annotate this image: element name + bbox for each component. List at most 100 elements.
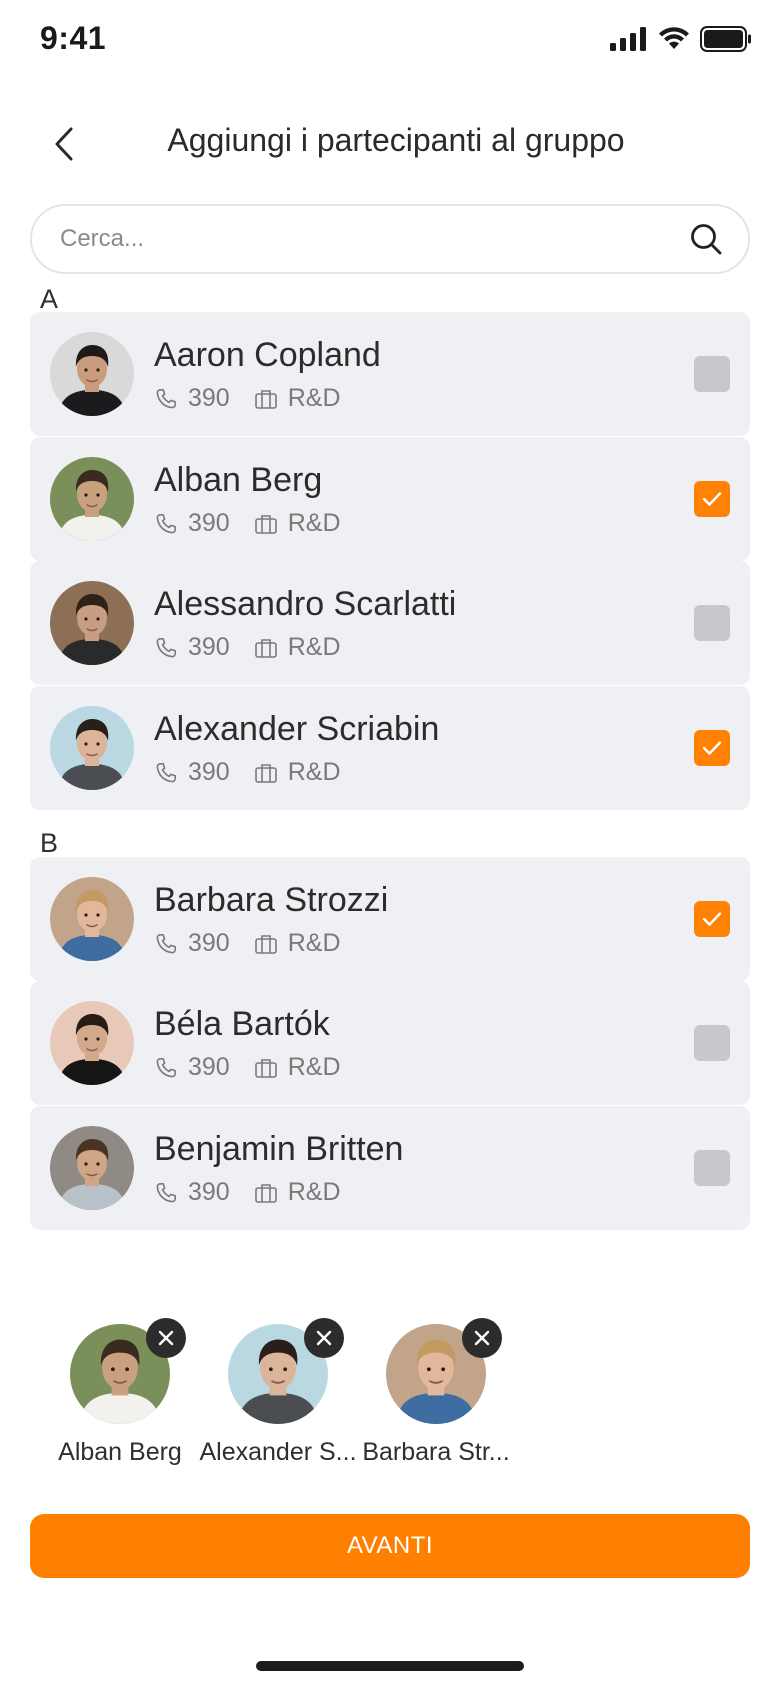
contact-row[interactable]: Béla Bartók 390 R&D (30, 981, 750, 1105)
department-meta: R&D (254, 1053, 341, 1082)
phone-icon (154, 1181, 178, 1205)
contact-meta: 390 R&D (154, 384, 365, 413)
contact-name: Alban Berg (154, 461, 323, 499)
avatar (50, 332, 134, 416)
section-letter: B (40, 828, 59, 858)
contact-name: Barbara Strozzi (154, 881, 389, 919)
select-checkbox[interactable] (694, 605, 730, 641)
phone-icon (154, 387, 178, 411)
phone-icon (154, 761, 178, 785)
contact-department: R&D (287, 758, 341, 786)
section-letter: A (40, 284, 59, 314)
status-time: 9:41 (40, 20, 107, 56)
page-title: Aggiungi i partecipanti al gruppo (167, 122, 625, 158)
contact-phone: 390 (188, 929, 230, 957)
department-meta: R&D (254, 1178, 341, 1207)
chip-label: Alban Berg (58, 1438, 182, 1466)
contact-phone: 390 (188, 758, 230, 786)
select-checkbox[interactable] (694, 356, 730, 392)
contact-meta: 390 R&D (154, 758, 365, 787)
select-checkbox[interactable] (694, 1025, 730, 1061)
phone-meta: 390 (154, 1053, 230, 1082)
next-button[interactable]: AVANTI (30, 1514, 750, 1578)
contact-name: Benjamin Britten (154, 1130, 404, 1168)
briefcase-icon (254, 513, 278, 535)
phone-meta: 390 (154, 384, 230, 413)
contact-department: R&D (287, 633, 341, 661)
remove-participant-button[interactable] (304, 1318, 344, 1358)
phone-meta: 390 (154, 1178, 230, 1207)
close-icon (473, 1329, 491, 1347)
avatar (50, 457, 134, 541)
contact-meta: 390 R&D (154, 509, 365, 538)
avatar (50, 706, 134, 790)
select-checkbox[interactable] (694, 1150, 730, 1186)
status-icons (610, 26, 752, 52)
phone-meta: 390 (154, 758, 230, 787)
remove-participant-button[interactable] (146, 1318, 186, 1358)
avatar (50, 581, 134, 665)
avatar (50, 877, 134, 961)
contact-phone: 390 (188, 384, 230, 412)
contact-meta: 390 R&D (154, 1178, 365, 1207)
phone-icon (154, 512, 178, 536)
department-meta: R&D (254, 758, 341, 787)
contact-department: R&D (287, 509, 341, 537)
selected-participants: Alban Berg Alexander S... Barbara Str... (0, 1292, 780, 1482)
briefcase-icon (254, 1057, 278, 1079)
remove-participant-button[interactable] (462, 1318, 502, 1358)
signal-icon (610, 27, 646, 51)
department-meta: R&D (254, 633, 341, 662)
phone-icon (154, 932, 178, 956)
phone-meta: 390 (154, 509, 230, 538)
contact-row[interactable]: Alban Berg 390 R&D (30, 437, 750, 561)
department-meta: R&D (254, 929, 341, 958)
contact-name: Aaron Copland (154, 336, 381, 374)
phone-icon (154, 1056, 178, 1080)
contact-department: R&D (287, 929, 341, 957)
wifi-icon (659, 27, 689, 49)
check-icon (701, 910, 723, 928)
check-icon (701, 739, 723, 757)
select-checkbox[interactable] (694, 481, 730, 517)
close-icon (315, 1329, 333, 1347)
contact-name: Alexander Scriabin (154, 710, 440, 748)
contact-phone: 390 (188, 633, 230, 661)
avatar (50, 1126, 134, 1210)
contact-meta: 390 R&D (154, 929, 365, 958)
contact-row[interactable]: Benjamin Britten 390 R&D (30, 1106, 750, 1230)
contact-department: R&D (287, 1178, 341, 1206)
search-icon[interactable] (686, 219, 726, 259)
search-input[interactable] (60, 225, 686, 253)
battery-icon (700, 26, 751, 52)
contact-row[interactable]: Barbara Strozzi 390 R&D (30, 857, 750, 981)
contact-list[interactable]: A Aaron Copland 390 R&D Alban Berg 390 R… (0, 280, 780, 1292)
contact-meta: 390 R&D (154, 1053, 365, 1082)
contact-phone: 390 (188, 1053, 230, 1081)
briefcase-icon (254, 637, 278, 659)
select-checkbox[interactable] (694, 730, 730, 766)
contact-row[interactable]: Alexander Scriabin 390 R&D (30, 686, 750, 810)
chip-label: Alexander S... (199, 1438, 357, 1466)
search-box[interactable] (30, 204, 750, 274)
phone-meta: 390 (154, 633, 230, 662)
avatar (50, 1001, 134, 1085)
contact-phone: 390 (188, 509, 230, 537)
chip-label: Barbara Str... (362, 1438, 510, 1466)
contact-meta: 390 R&D (154, 633, 365, 662)
select-checkbox[interactable] (694, 901, 730, 937)
contact-name: Béla Bartók (154, 1005, 330, 1043)
contact-name: Alessandro Scarlatti (154, 585, 457, 623)
briefcase-icon (254, 1182, 278, 1204)
department-meta: R&D (254, 509, 341, 538)
phone-icon (154, 636, 178, 660)
briefcase-icon (254, 933, 278, 955)
contact-phone: 390 (188, 1178, 230, 1206)
briefcase-icon (254, 388, 278, 410)
contact-department: R&D (287, 1053, 341, 1081)
contact-row[interactable]: Aaron Copland 390 R&D (30, 312, 750, 436)
contact-row[interactable]: Alessandro Scarlatti 390 R&D (30, 561, 750, 685)
home-indicator (256, 1661, 524, 1671)
status-bar: 9:41 (0, 0, 780, 80)
close-icon (157, 1329, 175, 1347)
